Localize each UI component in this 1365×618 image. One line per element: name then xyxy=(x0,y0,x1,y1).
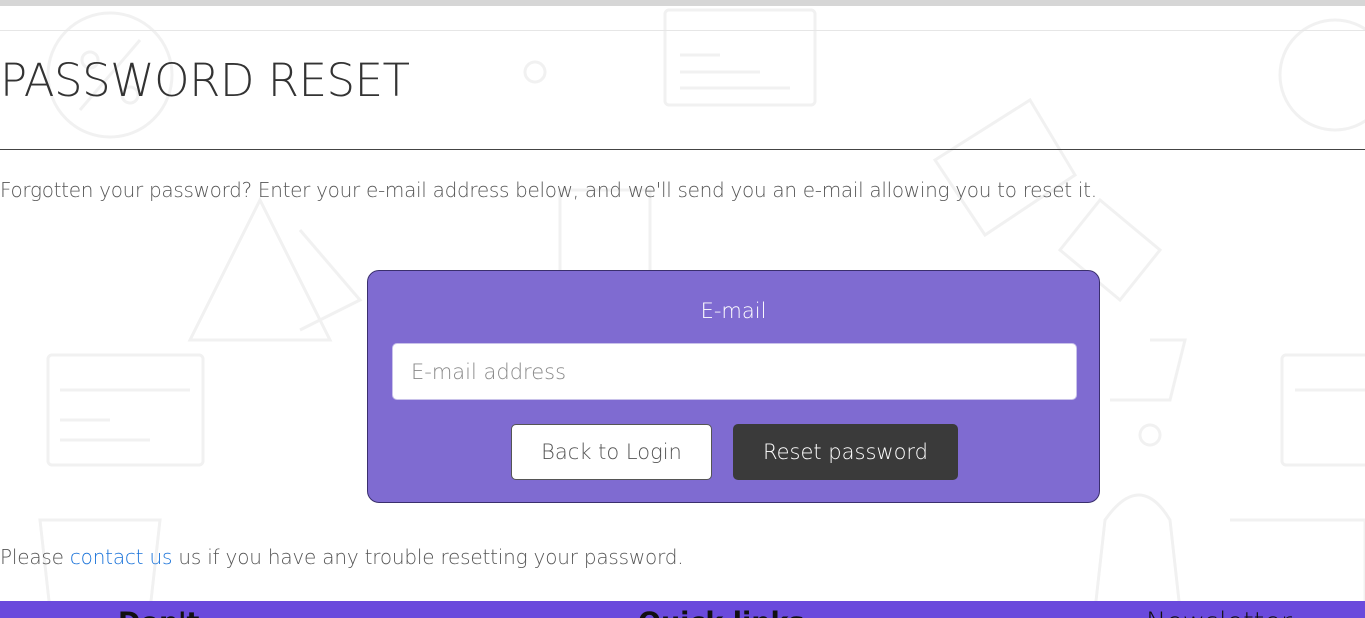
help-text-prefix: Please xyxy=(0,545,70,569)
email-label: E-mail xyxy=(700,299,767,323)
help-text: Please contact us us if you have any tro… xyxy=(0,545,684,569)
reset-password-button[interactable]: Reset password xyxy=(733,424,958,480)
footer-heading-newsletter: Newsletter xyxy=(1146,607,1292,618)
intro-text: Forgotten your password? Enter your e-ma… xyxy=(0,178,1097,202)
contact-us-link[interactable]: contact us xyxy=(70,545,173,569)
password-reset-page: PASSWORD RESET Forgotten your password? … xyxy=(0,0,1365,618)
back-to-login-button[interactable]: Back to Login xyxy=(511,424,712,480)
page-title: PASSWORD RESET xyxy=(0,54,410,107)
footer-heading-first: Don't xyxy=(118,607,199,618)
footer: Don't Quick links Newsletter xyxy=(0,601,1365,618)
footer-heading-quick-links: Quick links xyxy=(638,607,805,618)
help-text-suffix: us if you have any trouble resetting you… xyxy=(172,545,684,569)
password-reset-form: E-mail Back to Login Reset password xyxy=(367,270,1100,503)
email-input[interactable] xyxy=(392,343,1077,400)
top-banner-strip xyxy=(0,0,1365,6)
title-divider xyxy=(0,149,1365,150)
top-divider xyxy=(0,30,1365,31)
